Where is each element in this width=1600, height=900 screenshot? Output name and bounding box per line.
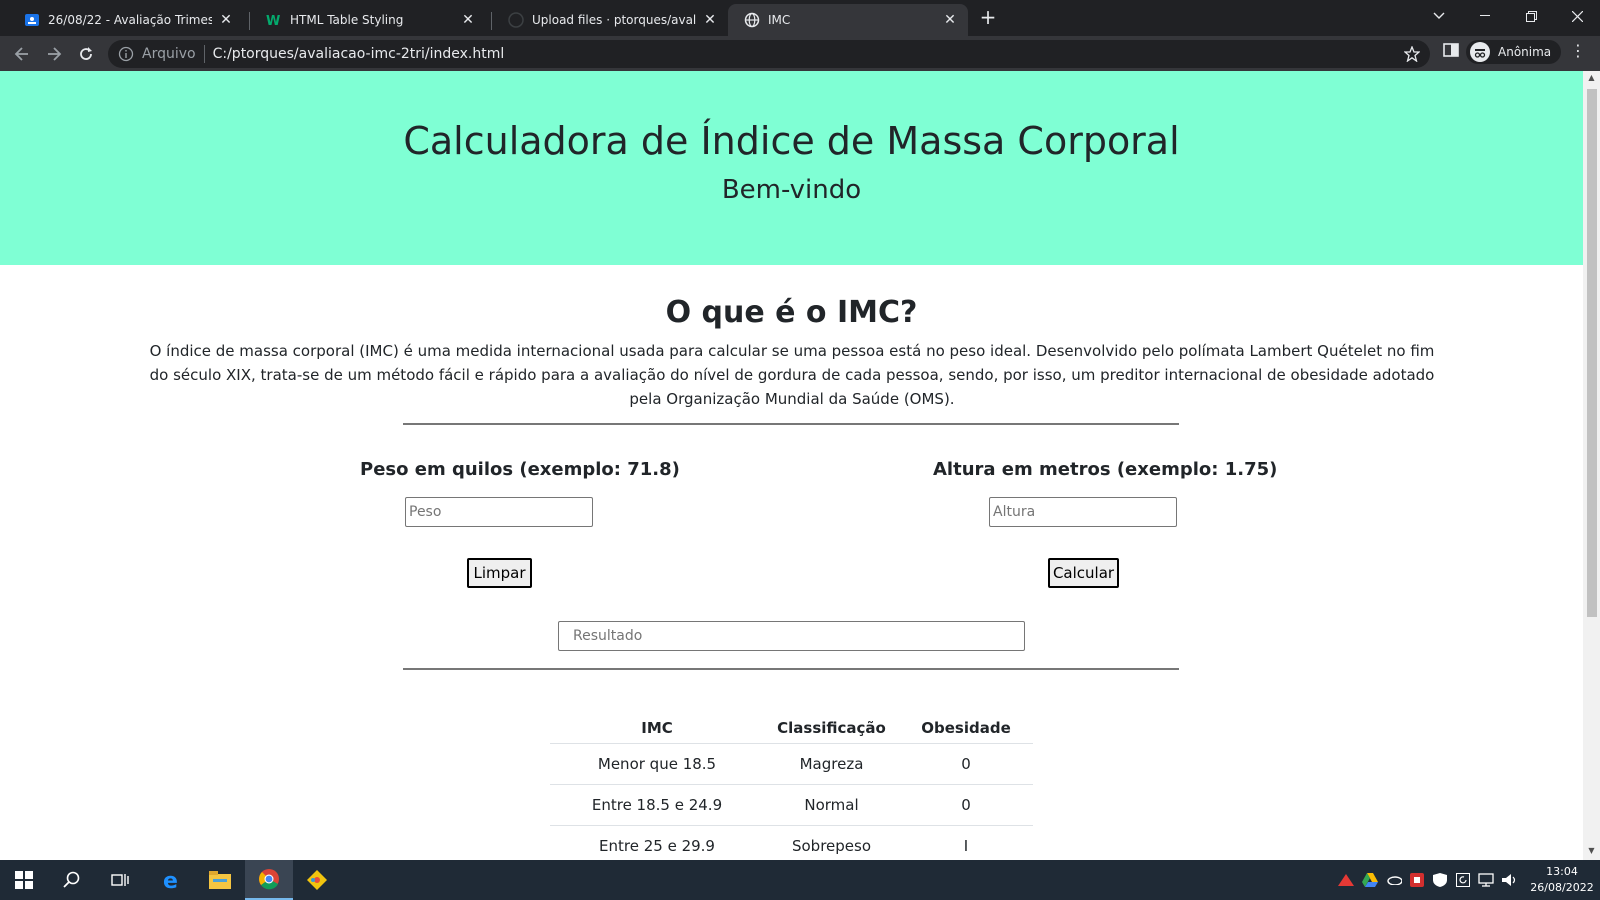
tab-title: Upload files · ptorques/avaliacao [532, 13, 696, 27]
windows-taskbar: e 13:04 26/08/2022 [0, 860, 1600, 900]
info-icon[interactable] [118, 46, 134, 62]
close-window-icon[interactable] [1554, 0, 1600, 32]
antivirus-icon[interactable] [1409, 872, 1425, 888]
start-windows-icon[interactable] [0, 860, 48, 900]
tab-avaliacao[interactable]: 26/08/22 - Avaliação Trimestral - ✕ [8, 4, 244, 36]
tab-close-icon[interactable]: ✕ [942, 12, 958, 28]
browser-toolbar: Arquivo C:/ptorques/avaliacao-imc-2tri/i… [0, 36, 1600, 71]
table-cell: Entre 18.5 e 24.9 [550, 784, 764, 826]
address-scheme-label: Arquivo [142, 46, 196, 62]
scroll-up-arrow-icon[interactable]: ▲ [1583, 73, 1600, 85]
table-row: Menor que 18.5 Magreza 0 [550, 743, 1033, 785]
git-icon[interactable] [293, 860, 341, 900]
incognito-icon [1470, 42, 1490, 62]
clear-button[interactable]: Limpar [467, 558, 532, 588]
menu-kebab-icon[interactable]: ⋮ [1570, 42, 1586, 60]
search-icon[interactable] [48, 860, 96, 900]
table-cell: 0 [899, 784, 1033, 826]
divider-top [403, 423, 1179, 425]
hero-banner: Calculadora de Índice de Massa Corporal … [0, 71, 1583, 265]
calculate-button[interactable]: Calcular [1048, 558, 1119, 588]
weight-label: Peso em quilos (exemplo: 71.8) [360, 459, 680, 480]
update-icon[interactable] [1455, 872, 1471, 888]
column-header: Obesidade [899, 713, 1033, 744]
tab-upload-files[interactable]: Upload files · ptorques/avaliacao ✕ [492, 4, 728, 36]
github-icon [508, 12, 524, 28]
tab-title: IMC [768, 13, 791, 27]
tab-title: 26/08/22 - Avaliação Trimestral - [48, 13, 212, 27]
table-cell: Entre 25 e 29.9 [550, 825, 764, 860]
scroll-thumb[interactable] [1587, 89, 1597, 617]
imc-classification-table: IMC Classificação Obesidade Menor que 18… [550, 713, 1033, 860]
welcome-subtitle: Bem-vindo [721, 175, 862, 205]
page-title: Calculadora de Índice de Massa Corporal [403, 119, 1180, 163]
minimize-icon[interactable] [1462, 0, 1508, 32]
address-divider [203, 45, 205, 63]
reload-icon[interactable] [72, 40, 100, 68]
tray-app-icon[interactable] [1338, 872, 1354, 888]
browser-tab-strip: 26/08/22 - Avaliação Trimestral - ✕ W HT… [0, 0, 1600, 36]
table-row: Entre 18.5 e 24.9 Normal 0 [550, 784, 1033, 826]
tab-search-chevron-icon[interactable] [1416, 0, 1462, 32]
svg-text:W: W [266, 14, 280, 28]
table-header-row: IMC Classificação Obesidade [550, 713, 1033, 744]
result-field[interactable]: Resultado [558, 621, 1025, 651]
divider-bottom [403, 668, 1179, 670]
bookmark-star-icon[interactable] [1403, 45, 1421, 63]
page-scrollbar[interactable]: ▲ ▼ [1583, 71, 1600, 860]
column-header: IMC [550, 713, 764, 744]
height-label: Altura em metros (exemplo: 1.75) [933, 459, 1278, 480]
profile-label: Anônima [1498, 45, 1552, 59]
onedrive-icon[interactable] [1386, 872, 1402, 888]
file-explorer-icon[interactable] [196, 860, 244, 900]
tab-title: HTML Table Styling [290, 13, 404, 27]
w3schools-icon: W [266, 12, 282, 28]
globe-icon [744, 12, 760, 28]
google-drive-icon[interactable] [1362, 872, 1378, 888]
page-viewport: Calculadora de Índice de Massa Corporal … [0, 71, 1583, 860]
intro-paragraph: O índice de massa corporal (IMC) é uma m… [149, 342, 1435, 408]
column-header: Classificação [764, 713, 899, 744]
clock-time: 13:04 [1546, 865, 1578, 878]
table-cell: Normal [764, 784, 899, 826]
task-view-icon[interactable] [96, 860, 144, 900]
tab-close-icon[interactable]: ✕ [460, 12, 476, 28]
tab-html-table-styling[interactable]: W HTML Table Styling ✕ [250, 4, 486, 36]
forward-icon[interactable] [40, 40, 68, 68]
address-url[interactable]: C:/ptorques/avaliacao-imc-2tri/index.htm… [213, 46, 505, 62]
height-input[interactable] [989, 497, 1177, 527]
edge-icon[interactable]: e [148, 860, 196, 900]
volume-icon[interactable] [1502, 872, 1518, 888]
chrome-icon[interactable] [245, 860, 293, 900]
intro-heading: O que é o IMC? [665, 295, 918, 330]
table-cell: I [899, 825, 1033, 860]
taskbar-clock[interactable]: 13:04 26/08/2022 [1530, 864, 1594, 896]
table-row: Entre 25 e 29.9 Sobrepeso I [550, 825, 1033, 860]
profile-button[interactable]: Anônima [1466, 40, 1562, 64]
weight-input[interactable] [405, 497, 593, 527]
address-bar[interactable]: Arquivo C:/ptorques/avaliacao-imc-2tri/i… [108, 40, 1430, 68]
table-cell: Menor que 18.5 [550, 743, 764, 785]
svg-text:e: e [163, 869, 178, 891]
classroom-icon [24, 12, 40, 28]
windows-security-icon[interactable] [1432, 872, 1448, 888]
new-tab-icon[interactable]: + [976, 6, 1000, 30]
tab-close-icon[interactable]: ✕ [218, 12, 234, 28]
scroll-down-arrow-icon[interactable]: ▼ [1583, 846, 1600, 858]
clock-date: 26/08/2022 [1530, 881, 1594, 894]
restore-icon[interactable] [1508, 0, 1554, 32]
tab-imc[interactable]: IMC ✕ [728, 4, 968, 36]
table-cell: Sobrepeso [764, 825, 899, 860]
side-panel-icon[interactable] [1443, 42, 1459, 58]
table-cell: Magreza [764, 743, 899, 785]
tab-close-icon[interactable]: ✕ [702, 12, 718, 28]
back-icon[interactable] [8, 40, 36, 68]
network-icon[interactable] [1478, 872, 1494, 888]
table-cell: 0 [899, 743, 1033, 785]
